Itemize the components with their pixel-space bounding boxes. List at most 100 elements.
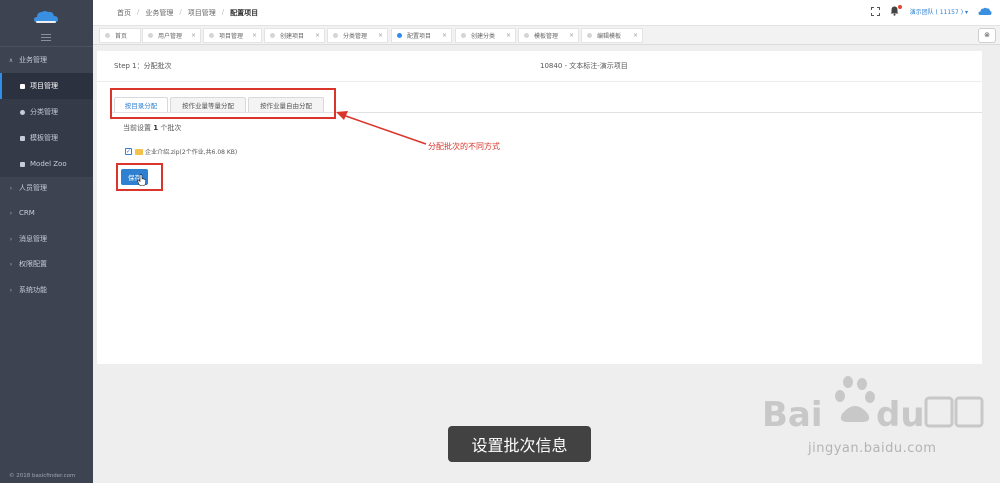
sidebar-item-label: 系统功能 xyxy=(19,286,47,294)
sidebar-item-label: 业务管理 xyxy=(19,56,47,64)
notification-bell[interactable] xyxy=(890,5,902,16)
highlight-box-method-tabs xyxy=(110,88,336,119)
file-name: 企业介绍.zip(2个作业,共6.08 KB) xyxy=(145,149,238,156)
page-tab-bar: 首页 用户管理 × 项目管理 × 创建项目 × 分类管理 × 配置项目 × 创建… xyxy=(93,26,1000,45)
breadcrumb-home[interactable]: 首页 xyxy=(117,8,131,18)
breadcrumb-projects[interactable]: 项目管理 xyxy=(188,8,216,18)
tab-create-category[interactable]: 创建分类 × xyxy=(455,28,516,43)
sidebar: ∧ 业务管理 项目管理 分类管理 模板管理 Model Zoo › 人员管理 ›… xyxy=(0,0,93,483)
tab-label: 项目管理 xyxy=(219,33,244,40)
tab-label: 创建项目 xyxy=(280,33,305,40)
project-title: 10840 - 文本标注-演示项目 xyxy=(540,62,628,70)
close-all-tabs-button[interactable]: ⊗ xyxy=(978,28,996,43)
batch-count: 当前设置 1 个批次 xyxy=(123,123,181,133)
chevron-right-icon: › xyxy=(9,209,13,217)
tab-label: 用户管理 xyxy=(158,33,183,40)
tab-status-dot xyxy=(148,33,153,38)
tab-close-icon[interactable]: × xyxy=(315,32,320,39)
tab-status-dot xyxy=(397,33,402,38)
tab-edit-template[interactable]: 编辑模板 × xyxy=(581,28,643,43)
sidebar-item-label: 分类管理 xyxy=(30,108,58,116)
cloud-avatar-icon[interactable] xyxy=(978,6,992,16)
sidebar-item-label: 模板管理 xyxy=(30,134,58,142)
notification-badge xyxy=(897,5,902,9)
tab-label: 配置项目 xyxy=(407,33,432,40)
svg-text:Bai: Bai xyxy=(762,395,823,435)
breadcrumb-business[interactable]: 业务管理 xyxy=(145,8,173,18)
breadcrumb-separator: / xyxy=(221,8,225,16)
tab-status-dot xyxy=(524,33,529,38)
sidebar-item-people[interactable]: › 人员管理 xyxy=(0,175,93,201)
sidebar-item-label: CRM xyxy=(19,209,35,217)
sidebar-item-label: Model Zoo xyxy=(30,160,67,168)
template-icon xyxy=(20,135,25,141)
breadcrumb-current: 配置项目 xyxy=(230,9,259,17)
tab-project-management[interactable]: 项目管理 × xyxy=(203,28,262,43)
tab-close-icon[interactable]: × xyxy=(506,32,511,39)
tab-status-dot xyxy=(333,33,338,38)
tab-status-dot xyxy=(209,33,214,38)
tab-category-management[interactable]: 分类管理 × xyxy=(327,28,388,43)
tab-close-icon[interactable]: × xyxy=(252,32,257,39)
tab-close-icon[interactable]: × xyxy=(442,32,447,39)
file-entry: ✓ 企业介绍.zip(2个作业,共6.08 KB) xyxy=(125,147,237,156)
tab-label: 创建分类 xyxy=(471,33,496,40)
tab-status-dot xyxy=(461,33,466,38)
file-checkbox[interactable]: ✓ xyxy=(125,148,132,155)
cloud-logo-icon[interactable] xyxy=(33,9,59,23)
fullscreen-icon[interactable] xyxy=(870,6,880,16)
video-caption: 设置批次信息 xyxy=(448,426,591,462)
breadcrumb: 首页 / 业务管理 / 项目管理 / 配置项目 xyxy=(117,8,258,18)
tab-label: 模板管理 xyxy=(534,33,559,40)
sidebar-item-categories[interactable]: 分类管理 xyxy=(0,99,93,125)
sidebar-item-permissions[interactable]: › 权限配置 xyxy=(0,251,93,277)
model-zoo-icon xyxy=(20,161,25,167)
sidebar-item-label: 消息管理 xyxy=(19,235,47,243)
tab-close-icon[interactable]: × xyxy=(633,32,638,39)
tab-status-dot xyxy=(587,33,592,38)
team-selector[interactable]: 演示团队 ( 11157 ) ▾ xyxy=(910,7,968,16)
tab-status-dot xyxy=(105,33,110,38)
header-actions: 演示团队 ( 11157 ) ▾ xyxy=(870,5,992,16)
sidebar-item-system[interactable]: › 系统功能 xyxy=(0,277,93,303)
menu-collapse-icon[interactable] xyxy=(41,34,51,42)
highlight-box-save xyxy=(116,163,163,191)
tab-home[interactable]: 首页 xyxy=(99,28,141,43)
tab-template-management[interactable]: 模板管理 × xyxy=(518,28,579,43)
copyright-text: © 2018 basicfinder.com xyxy=(9,473,76,479)
annotation-arrow-icon xyxy=(336,111,427,145)
annotation-text: 分配批次的不同方式 xyxy=(428,142,500,151)
sidebar-item-label: 项目管理 xyxy=(30,82,58,90)
batch-count-prefix: 当前设置 xyxy=(123,124,151,132)
tab-close-icon[interactable]: × xyxy=(191,32,196,39)
top-header: 首页 / 业务管理 / 项目管理 / 配置项目 演示团队 ( 11157 ) ▾ xyxy=(93,0,1000,26)
batch-count-suffix: 个批次 xyxy=(160,124,182,132)
sidebar-item-crm[interactable]: › CRM xyxy=(0,200,93,226)
tab-status-dot xyxy=(270,33,275,38)
folder-icon xyxy=(135,148,143,155)
tab-create-project[interactable]: 创建项目 × xyxy=(264,28,325,43)
tab-configure-project[interactable]: 配置项目 × xyxy=(391,28,452,43)
sidebar-item-label: 权限配置 xyxy=(19,260,47,268)
step-title: Step 1：分配批次 xyxy=(114,62,172,70)
chevron-right-icon: › xyxy=(9,235,13,243)
project-icon xyxy=(20,83,25,89)
svg-text:du: du xyxy=(876,395,925,435)
chevron-right-icon: › xyxy=(9,286,13,294)
tab-close-icon[interactable]: × xyxy=(569,32,574,39)
watermark-url: jingyan.baidu.com xyxy=(808,441,937,456)
content-divider xyxy=(97,81,982,82)
chevron-right-icon: › xyxy=(9,260,13,268)
sidebar-item-messages[interactable]: › 消息管理 xyxy=(0,226,93,252)
batch-count-value: 1 xyxy=(153,124,159,132)
sidebar-item-templates[interactable]: 模板管理 xyxy=(0,125,93,151)
breadcrumb-separator: / xyxy=(137,8,140,16)
tab-user-management[interactable]: 用户管理 × xyxy=(142,28,201,43)
sidebar-item-projects[interactable]: 项目管理 xyxy=(0,73,93,99)
category-icon xyxy=(20,109,25,115)
tab-close-icon[interactable]: × xyxy=(378,32,383,39)
breadcrumb-separator: / xyxy=(179,8,182,16)
tab-label: 编辑模板 xyxy=(597,33,622,40)
sidebar-item-model-zoo[interactable]: Model Zoo xyxy=(0,151,93,177)
sidebar-item-business[interactable]: ∧ 业务管理 xyxy=(0,47,93,73)
